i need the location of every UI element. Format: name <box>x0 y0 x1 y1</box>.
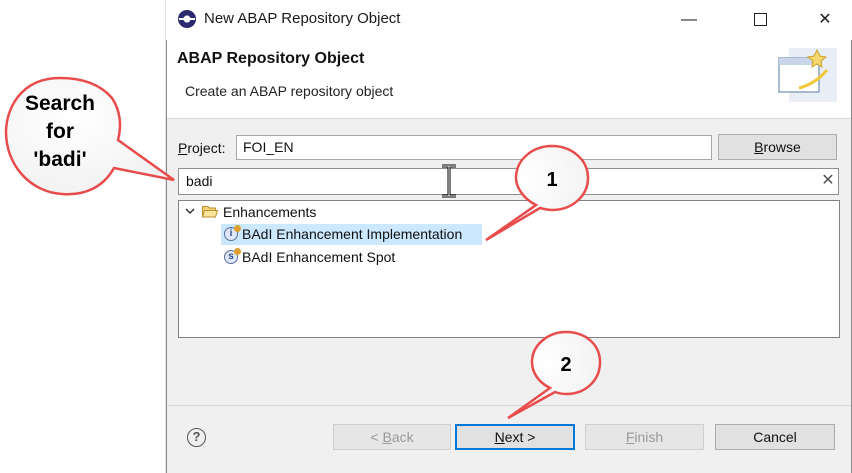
step-2-callout: 2 <box>507 330 602 420</box>
step-1-label: 1 <box>546 169 557 191</box>
callout-overlay: Search for 'badi' 1 2 <box>4 76 602 420</box>
search-callout-line2: for <box>46 120 74 143</box>
step-1-callout: 1 <box>485 144 590 242</box>
step-2-label: 2 <box>560 354 571 376</box>
search-callout-line1: Search <box>25 92 95 115</box>
search-callout-line3: 'badi' <box>33 148 86 171</box>
search-callout: Search for 'badi' <box>4 76 175 196</box>
